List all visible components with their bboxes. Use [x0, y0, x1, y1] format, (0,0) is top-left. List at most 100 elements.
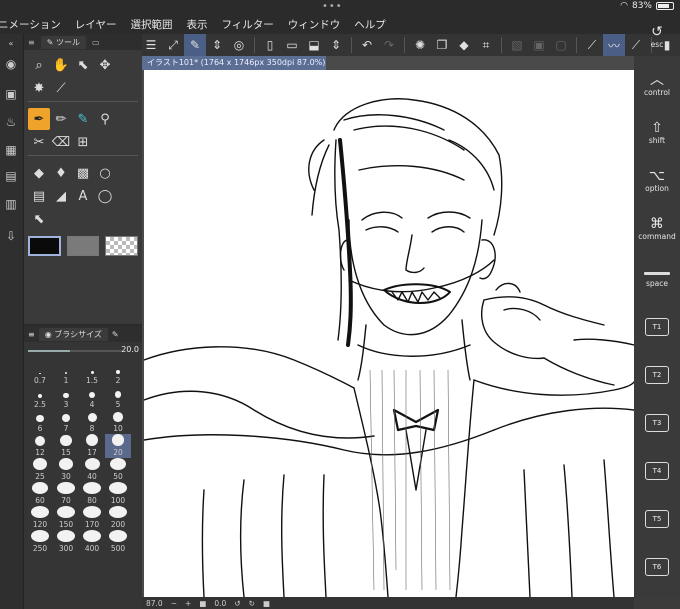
blend-icon[interactable]: ♦ [50, 162, 72, 184]
brush-icon[interactable]: ✎ [72, 108, 94, 130]
brush-size-option[interactable]: 3 [53, 386, 79, 410]
document-tab[interactable]: イラスト101* (1764 x 1746px 350dpi 87.0%) [142, 56, 326, 70]
brush-size-option[interactable]: 80 [79, 482, 105, 506]
shift-key[interactable]: ⇧ shift [634, 120, 680, 145]
option-key[interactable]: ⌥ option [634, 168, 680, 193]
esc-key[interactable]: ↺ esc [634, 24, 680, 49]
decoration-icon[interactable]: ✂ [28, 131, 50, 153]
brush-size-option[interactable]: 250 [27, 530, 53, 554]
brush-size-option[interactable]: 12 [27, 434, 53, 458]
rotate-left-icon[interactable]: ↺ [234, 599, 240, 608]
save-icon[interactable]: ⬓ [303, 34, 325, 56]
brush-size-option[interactable]: 15 [53, 434, 79, 458]
reset-rotation-icon[interactable]: ■ [263, 599, 270, 608]
brush-size-option[interactable]: 170 [79, 506, 105, 530]
zoom-in-icon[interactable]: + [185, 599, 191, 608]
sub-color-swatch[interactable] [66, 236, 100, 256]
brush-size-option[interactable]: 1.5 [79, 362, 105, 386]
brush-size-option[interactable]: 7 [53, 410, 79, 434]
brush-size-option[interactable]: 300 [53, 530, 79, 554]
crop-icon[interactable]: ⌗ [475, 34, 497, 56]
hamburger-menu-icon[interactable]: ☰ [140, 34, 162, 56]
space-key[interactable]: space [634, 266, 680, 288]
chevron-updown-icon-2[interactable]: ⇕ [325, 34, 347, 56]
view-icon[interactable]: ◎ [228, 34, 250, 56]
sub-tool-tab-icon[interactable]: ▭ [92, 38, 100, 47]
menu-filter[interactable]: フィルター [221, 17, 273, 32]
panel-menu-icon[interactable]: ≡ [28, 38, 35, 47]
tool-tab[interactable]: ✎ ツール [40, 35, 86, 49]
menu-window[interactable]: ウィンドウ [288, 17, 341, 32]
correction-icon[interactable]: ⟋ [581, 34, 603, 56]
multitasking-dots[interactable]: ••• [322, 1, 343, 12]
t6-key[interactable]: T6 [645, 558, 669, 576]
rotate-right-icon[interactable]: ↻ [249, 599, 255, 608]
chevron-updown-icon[interactable]: ⇕ [206, 34, 228, 56]
hand-icon[interactable]: ✋ [50, 54, 72, 76]
brush-size-option[interactable]: 50 [105, 458, 131, 482]
brush-size-option[interactable]: 40 [79, 458, 105, 482]
zoom-icon[interactable]: ⌕ [28, 54, 50, 76]
brush-size-option[interactable]: 8 [79, 410, 105, 434]
move-icon[interactable]: ✥ [94, 54, 116, 76]
panel-collapse-icon[interactable]: « [3, 36, 19, 52]
fill-bucket-icon[interactable]: ◆ [28, 162, 50, 184]
brush-size-tab[interactable]: ◉ ブラシサイズ [38, 327, 108, 341]
brush-size-option[interactable]: 20 [105, 434, 131, 458]
brush-size-option[interactable]: 2.5 [27, 386, 53, 410]
zoom-out-icon[interactable]: − [171, 599, 177, 608]
brush-size-option[interactable]: 70 [53, 482, 79, 506]
brush-size-option[interactable]: 500 [105, 530, 131, 554]
brush-size-option[interactable]: 17 [79, 434, 105, 458]
t2-key[interactable]: T2 [645, 366, 669, 384]
brush-size-option[interactable]: 5 [105, 386, 131, 410]
brush-size-option[interactable]: 120 [27, 506, 53, 530]
t4-key[interactable]: T4 [645, 462, 669, 480]
brush-size-option[interactable]: 10 [105, 410, 131, 434]
stabilizer-icon[interactable]: 〰 [603, 34, 625, 56]
brush-size-option[interactable]: 100 [105, 482, 131, 506]
pencil-icon[interactable]: ✏ [50, 108, 72, 130]
brush-size-option[interactable]: 60 [27, 482, 53, 506]
brush-size-option[interactable]: 6 [27, 410, 53, 434]
menu-selection[interactable]: 選択範囲 [130, 17, 172, 32]
fit-icon[interactable]: ■ [199, 599, 206, 608]
menu-help[interactable]: ヘルプ [354, 17, 386, 32]
deselect-icon[interactable]: ▧ [506, 34, 528, 56]
brush-size-option[interactable]: 0.7 [27, 362, 53, 386]
eyedropper-icon[interactable]: ⟋ [50, 77, 72, 99]
undo-icon[interactable]: ↶ [356, 34, 378, 56]
gradient-icon[interactable]: ▩ [72, 162, 94, 184]
rotation-value[interactable]: 0.0 [214, 599, 226, 608]
brush-size-option[interactable]: 30 [53, 458, 79, 482]
figure-icon[interactable]: ○ [94, 162, 116, 184]
brush-size-option[interactable]: 4 [79, 386, 105, 410]
brush-size-option[interactable]: 25 [27, 458, 53, 482]
import-icon[interactable]: ⇩ [3, 228, 19, 244]
magic-wand-icon[interactable]: ✸ [28, 77, 50, 99]
navigator-icon[interactable]: ◉ [3, 56, 19, 72]
brush-size-option[interactable]: 150 [53, 506, 79, 530]
t5-key[interactable]: T5 [645, 510, 669, 528]
new-file-icon[interactable]: ▯ [259, 34, 281, 56]
menu-view[interactable]: 表示 [186, 17, 207, 32]
redo-icon[interactable]: ↷ [378, 34, 400, 56]
command-key[interactable]: ⌘ command [634, 216, 680, 241]
brush-size-option[interactable]: 2 [105, 362, 131, 386]
frame-icon[interactable]: ◢ [50, 185, 72, 207]
selection-mask-icon[interactable]: ▢ [550, 34, 572, 56]
ruler-tool-icon[interactable]: ▤ [28, 185, 50, 207]
transform-icon[interactable]: ✎ [184, 34, 206, 56]
object-select-icon[interactable]: ⬉ [72, 54, 94, 76]
copy-icon[interactable]: ❐ [431, 34, 453, 56]
brush-size-option[interactable]: 200 [105, 506, 131, 530]
correct-line-icon[interactable]: ⬉ [28, 208, 50, 230]
transparent-color-swatch[interactable] [105, 236, 138, 256]
panel-menu-icon[interactable]: ≡ [28, 330, 35, 339]
pen-icon[interactable]: ✒ [28, 108, 50, 130]
brush-tab-icon[interactable]: ✎ [112, 330, 119, 339]
eraser-icon[interactable]: ⌫ [50, 131, 72, 153]
zoom-value[interactable]: 87.0 [146, 599, 163, 608]
text-icon[interactable]: A [72, 185, 94, 207]
t1-key[interactable]: T1 [645, 318, 669, 336]
